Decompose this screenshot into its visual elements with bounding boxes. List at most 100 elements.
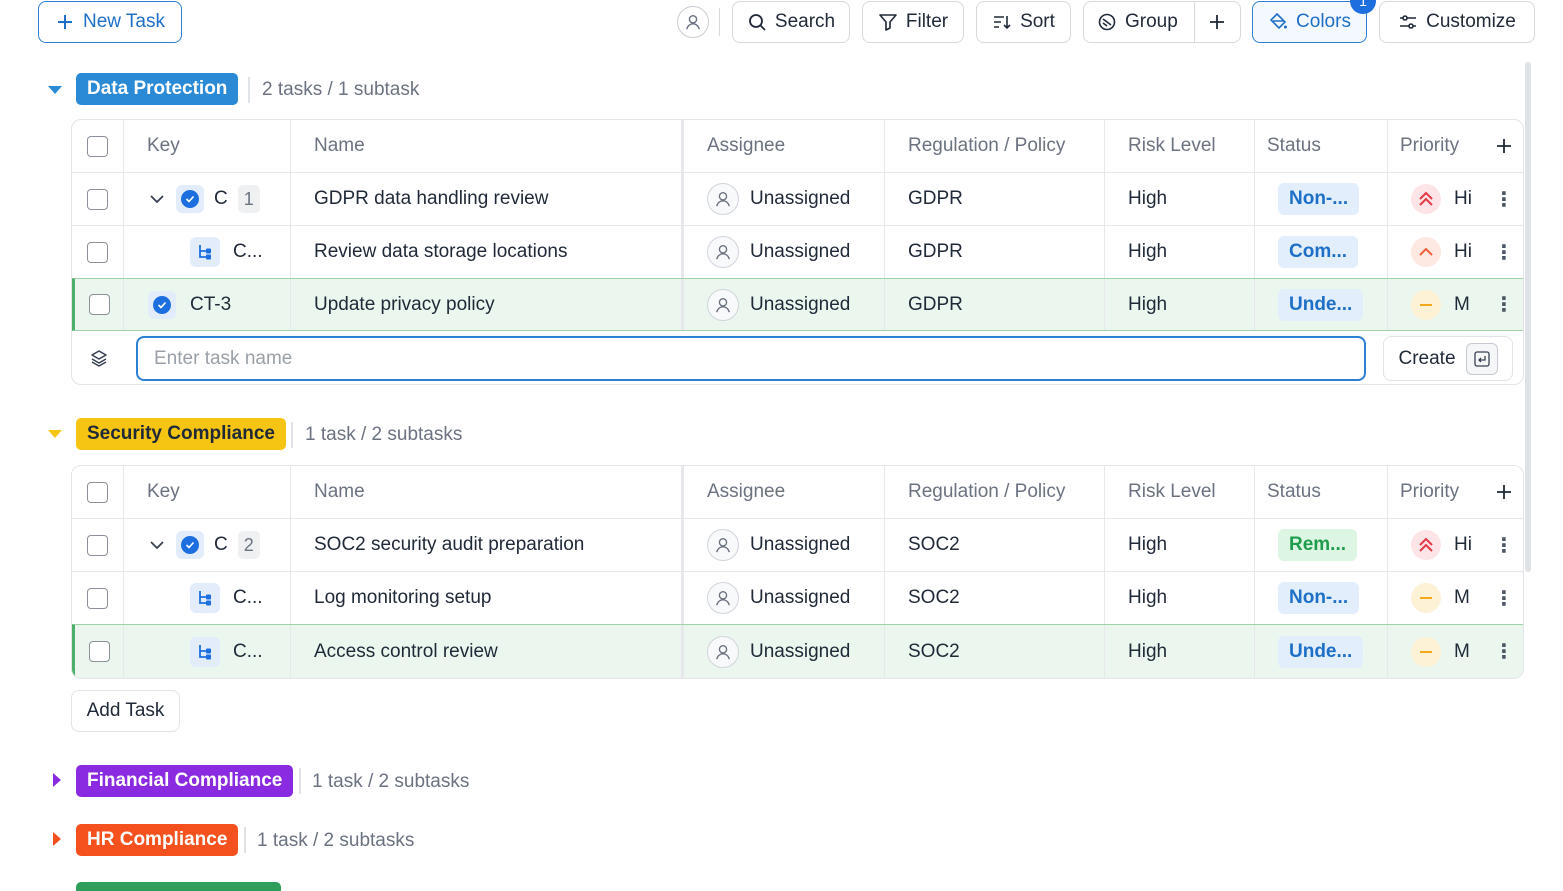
group-tag-data-protection[interactable]: Data Protection (76, 73, 239, 105)
create-button[interactable]: Create (1383, 336, 1513, 381)
filter-button[interactable]: Filter (862, 1, 964, 43)
key-cell: C... (124, 572, 291, 624)
task-name[interactable]: Update privacy policy (291, 279, 684, 330)
caret-right-icon[interactable] (49, 831, 65, 847)
risk-cell[interactable]: High (1105, 519, 1255, 571)
task-name[interactable]: Log monitoring setup (291, 572, 684, 624)
select-all-checkbox[interactable] (87, 135, 108, 157)
chevron-down-icon[interactable] (148, 536, 166, 554)
col-key[interactable]: Key (124, 466, 291, 518)
task-name[interactable]: Review data storage locations (291, 226, 684, 278)
customize-button[interactable]: Customize (1379, 1, 1535, 43)
priority-cell[interactable]: M (1388, 572, 1488, 624)
status-cell[interactable]: Non-... (1255, 572, 1388, 624)
row-checkbox[interactable] (87, 587, 108, 609)
assignee-cell[interactable]: Unassigned (684, 519, 885, 571)
col-status[interactable]: Status (1255, 466, 1388, 518)
priority-cell[interactable]: Hi (1388, 226, 1488, 278)
scrollbar[interactable] (1525, 62, 1531, 572)
row-menu-icon[interactable]: ⋮ (1484, 572, 1523, 624)
add-task-button[interactable]: Add Task (71, 690, 180, 732)
task-name-input[interactable]: Enter task name (136, 336, 1366, 381)
assignee-cell[interactable]: Unassigned (684, 173, 885, 225)
caret-right-icon[interactable] (49, 772, 65, 788)
col-assignee[interactable]: Assignee (684, 466, 885, 518)
select-all-checkbox[interactable] (87, 481, 108, 503)
assignee-cell[interactable]: Unassigned (684, 625, 885, 678)
status-cell[interactable]: Non-... (1255, 173, 1388, 225)
col-regulation[interactable]: Regulation / Policy (885, 466, 1105, 518)
add-column-cell (1484, 120, 1523, 172)
row-menu-icon[interactable]: ⋮ (1484, 279, 1523, 330)
assignee-filter-avatar[interactable] (677, 6, 709, 38)
caret-down-icon[interactable] (47, 82, 63, 98)
assignee-cell[interactable]: Unassigned (684, 279, 885, 330)
status-cell[interactable]: Com... (1255, 226, 1388, 278)
regulation-cell[interactable]: SOC2 (885, 519, 1105, 571)
status-cell[interactable]: Rem... (1255, 519, 1388, 571)
row-checkbox[interactable] (88, 641, 110, 662)
caret-down-icon[interactable] (47, 426, 63, 442)
task-name[interactable]: Access control review (291, 625, 684, 678)
priority-cell[interactable]: Hi (1388, 519, 1488, 571)
row-menu-icon[interactable]: ⋮ (1484, 226, 1523, 278)
col-risk[interactable]: Risk Level (1105, 120, 1255, 172)
table-row[interactable]: C 2 SOC2 security audit preparation Unas… (72, 519, 1523, 572)
risk-cell[interactable]: High (1105, 625, 1255, 678)
risk-cell[interactable]: High (1105, 279, 1255, 330)
col-key[interactable]: Key (124, 120, 291, 172)
table-row[interactable]: C 1 GDPR data handling review Unassigned… (72, 173, 1523, 226)
risk-cell[interactable]: High (1105, 173, 1255, 225)
group-tag-security-compliance[interactable]: Security Compliance (76, 418, 286, 450)
row-checkbox[interactable] (87, 534, 108, 556)
layers-icon[interactable] (89, 348, 109, 368)
regulation-cell[interactable]: GDPR (885, 173, 1105, 225)
row-checkbox[interactable] (87, 241, 108, 263)
regulation-cell[interactable]: GDPR (885, 226, 1105, 278)
risk-cell[interactable]: High (1105, 572, 1255, 624)
priority-cell[interactable]: M (1388, 625, 1488, 678)
plus-icon[interactable] (1207, 12, 1227, 32)
task-name[interactable]: SOC2 security audit preparation (291, 519, 684, 571)
table-row[interactable]: C... Log monitoring setup Unassigned SOC… (72, 572, 1523, 625)
col-risk[interactable]: Risk Level (1105, 466, 1255, 518)
sort-button[interactable]: Sort (976, 1, 1071, 43)
group-button[interactable]: Group (1083, 1, 1241, 43)
assignee-cell[interactable]: Unassigned (684, 572, 885, 624)
row-menu-icon[interactable]: ⋮ (1484, 173, 1523, 225)
new-task-button[interactable]: New Task (38, 1, 182, 43)
colors-button[interactable]: Colors (1252, 1, 1367, 43)
col-regulation[interactable]: Regulation / Policy (885, 120, 1105, 172)
plus-icon[interactable] (1494, 136, 1514, 156)
row-menu-icon[interactable]: ⋮ (1484, 519, 1523, 571)
customize-label: Customize (1426, 11, 1516, 32)
status-cell[interactable]: Unde... (1255, 279, 1388, 330)
col-priority[interactable]: Priority (1388, 120, 1488, 172)
table-row[interactable]: C... Access control review Unassigned SO… (72, 624, 1523, 678)
regulation-cell[interactable]: SOC2 (885, 572, 1105, 624)
regulation-cell[interactable]: SOC2 (885, 625, 1105, 678)
plus-icon[interactable] (1494, 482, 1514, 502)
task-name[interactable]: GDPR data handling review (291, 173, 684, 225)
col-assignee[interactable]: Assignee (684, 120, 885, 172)
row-menu-icon[interactable]: ⋮ (1484, 625, 1523, 678)
col-name[interactable]: Name (291, 120, 684, 172)
priority-cell[interactable]: M (1388, 279, 1488, 330)
group-tag-hr-compliance[interactable]: HR Compliance (76, 824, 239, 856)
col-name[interactable]: Name (291, 466, 684, 518)
table-row[interactable]: C... Review data storage locations Unass… (72, 226, 1523, 279)
priority-cell[interactable]: Hi (1388, 173, 1488, 225)
regulation-cell[interactable]: GDPR (885, 279, 1105, 330)
task-key: C (214, 188, 228, 209)
col-priority[interactable]: Priority (1388, 466, 1488, 518)
chevron-down-icon[interactable] (148, 190, 166, 208)
group-tag-financial-compliance[interactable]: Financial Compliance (76, 765, 294, 797)
search-button[interactable]: Search (732, 1, 850, 43)
table-row[interactable]: CT-3 Update privacy policy Unassigned GD… (72, 278, 1523, 331)
status-cell[interactable]: Unde... (1255, 625, 1388, 678)
risk-cell[interactable]: High (1105, 226, 1255, 278)
row-checkbox[interactable] (87, 188, 108, 210)
row-checkbox[interactable] (88, 294, 110, 315)
assignee-cell[interactable]: Unassigned (684, 226, 885, 278)
col-status[interactable]: Status (1255, 120, 1388, 172)
